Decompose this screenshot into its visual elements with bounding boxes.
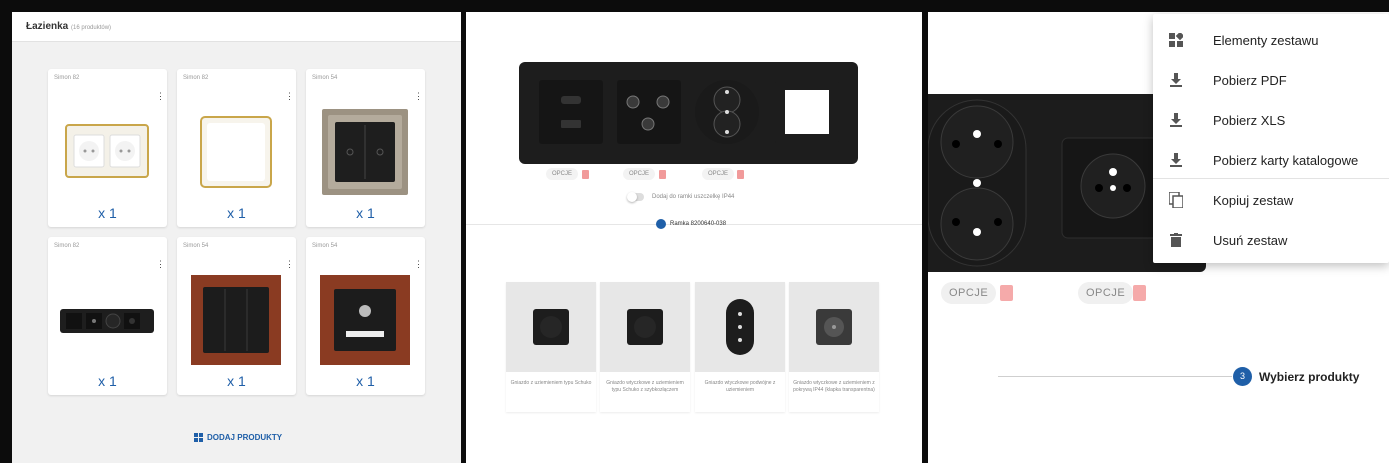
menu-item-label: Elementy zestawu xyxy=(1213,32,1319,48)
frame-configurator-panel: OPCJE OPCJE OPCJE Dodaj do ramki uszczel… xyxy=(466,12,922,463)
delete-icon[interactable] xyxy=(1000,285,1013,301)
more-vert-icon[interactable]: ⋮ xyxy=(414,260,423,269)
delete-icon xyxy=(1169,233,1183,247)
blind-switch-image xyxy=(322,109,408,195)
product-quantity: x 1 xyxy=(227,373,246,389)
product-option-name: Gniazdo wtyczkowe z uziemieniem typu Sch… xyxy=(606,380,684,393)
frame-code-label: Ramka 8200640-038 xyxy=(670,221,727,227)
product-option-card[interactable]: Gniazdo wtyczkowe z uziemieniem z pokryw… xyxy=(789,282,879,412)
tv-sat-module[interactable] xyxy=(617,80,681,144)
options-button[interactable]: OPCJE xyxy=(1078,282,1134,304)
double-socket-icon xyxy=(726,299,754,355)
product-card[interactable]: Simon 54 ⋮ x 1 xyxy=(306,69,425,227)
more-vert-icon[interactable]: ⋮ xyxy=(414,92,423,101)
blank-module[interactable] xyxy=(775,80,839,144)
product-brand: Simon 82 xyxy=(54,243,80,249)
product-brand: Simon 54 xyxy=(312,243,338,249)
product-option-name: Gniazdo wtyczkowe podwójne z uziemieniem xyxy=(704,380,776,393)
frame-preview xyxy=(519,62,858,164)
room-product-count: (16 produktów) xyxy=(71,25,112,31)
led-light-image xyxy=(320,275,410,365)
add-products-button[interactable]: DODAJ PRODUKTY xyxy=(194,433,282,442)
menu-item-label: Pobierz PDF xyxy=(1213,72,1287,88)
menu-divider xyxy=(1153,178,1389,179)
product-quantity: x 1 xyxy=(98,373,117,389)
delete-icon[interactable] xyxy=(1133,285,1146,301)
antenna-socket-icon xyxy=(626,95,670,131)
product-card[interactable]: Simon 82 ⋮ x 1 xyxy=(48,69,167,227)
double-socket-image xyxy=(65,124,149,178)
ip44-socket-icon xyxy=(816,309,852,345)
edit-icon xyxy=(656,219,666,229)
menu-item-label: Pobierz karty katalogowe xyxy=(1213,152,1359,168)
room-title: Łazienka xyxy=(26,21,69,32)
room-product-list-panel: Łazienka (16 produktów) Simon 82 ⋮ x 1 S… xyxy=(12,12,461,463)
download-icon xyxy=(1169,73,1183,87)
menu-item-download-catalog-cards[interactable]: Pobierz karty katalogowe xyxy=(1153,140,1389,180)
more-vert-icon[interactable]: ⋮ xyxy=(285,260,294,269)
room-header: Łazienka (16 produktów) xyxy=(12,12,461,42)
ip44-toggle-label: Dodaj do ramki uszczelkę IP44 xyxy=(652,194,735,200)
product-brand: Simon 54 xyxy=(183,243,209,249)
more-vert-icon[interactable]: ⋮ xyxy=(156,260,165,269)
options-button[interactable]: OPCJE xyxy=(623,168,656,180)
ip44-toggle[interactable] xyxy=(627,192,644,202)
menu-item-label: Pobierz XLS xyxy=(1213,112,1286,128)
multi-frame-image xyxy=(60,309,154,333)
product-card[interactable]: Simon 54 ⋮ x 1 xyxy=(306,237,425,395)
blank-plate-image xyxy=(200,116,272,188)
step-label[interactable]: Wybierz produkty xyxy=(1259,370,1359,384)
menu-item-set-elements[interactable]: Elementy zestawu xyxy=(1153,20,1389,60)
menu-item-download-pdf[interactable]: Pobierz PDF xyxy=(1153,60,1389,100)
widgets-icon xyxy=(1169,33,1183,47)
product-quantity: x 1 xyxy=(98,205,117,221)
product-quantity: x 1 xyxy=(227,205,246,221)
download-icon xyxy=(1169,113,1183,127)
set-actions-menu: Elementy zestawu Pobierz PDF Pobierz XLS… xyxy=(1153,14,1389,263)
product-quantity: x 1 xyxy=(356,373,375,389)
product-brand: Simon 54 xyxy=(312,75,338,81)
menu-item-label: Kopiuj zestaw xyxy=(1213,192,1294,208)
socket-icon xyxy=(713,86,741,138)
product-brand: Simon 82 xyxy=(183,75,209,81)
schuko-socket-icon xyxy=(627,309,663,345)
product-card[interactable]: Simon 54 ⋮ x 1 xyxy=(177,237,296,395)
product-brand: Simon 82 xyxy=(54,75,80,81)
more-vert-icon[interactable]: ⋮ xyxy=(156,92,165,101)
double-socket-module[interactable] xyxy=(695,80,759,144)
set-actions-panel: OPCJE OPCJE 3 Wybierz produkty Elementy … xyxy=(928,12,1389,463)
usb-module[interactable] xyxy=(539,80,603,144)
menu-item-delete-set[interactable]: Usuń zestaw xyxy=(1153,220,1389,260)
product-option-card[interactable]: Gniazdo z uziemieniem typu Schuko xyxy=(506,282,596,412)
options-button[interactable]: OPCJE xyxy=(546,168,579,180)
schuko-socket-icon xyxy=(533,309,569,345)
usb-icon xyxy=(561,96,581,128)
product-option-name: Gniazdo z uziemieniem typu Schuko xyxy=(510,380,592,386)
options-button[interactable]: OPCJE xyxy=(941,282,997,304)
menu-item-download-xls[interactable]: Pobierz XLS xyxy=(1153,100,1389,140)
options-button[interactable]: OPCJE xyxy=(702,168,735,180)
product-card[interactable]: Simon 82 ⋮ x 1 xyxy=(48,237,167,395)
step-number-badge: 3 xyxy=(1233,367,1252,386)
frame-code[interactable]: Ramka 8200640-038 xyxy=(656,219,726,229)
download-icon xyxy=(1169,153,1183,167)
menu-item-copy-set[interactable]: Kopiuj zestaw xyxy=(1153,180,1389,220)
delete-icon[interactable] xyxy=(659,170,666,179)
widgets-icon xyxy=(194,433,203,442)
product-option-card[interactable]: Gniazdo wtyczkowe podwójne z uziemieniem xyxy=(695,282,785,412)
product-quantity: x 1 xyxy=(356,205,375,221)
more-vert-icon[interactable]: ⋮ xyxy=(285,92,294,101)
triple-switch-image xyxy=(191,275,281,365)
delete-icon[interactable] xyxy=(582,170,589,179)
copy-icon xyxy=(1169,192,1183,208)
product-option-card[interactable]: Gniazdo wtyczkowe z uziemieniem typu Sch… xyxy=(600,282,690,412)
menu-item-label: Usuń zestaw xyxy=(1213,232,1288,248)
product-card[interactable]: Simon 82 ⋮ x 1 xyxy=(177,69,296,227)
delete-icon[interactable] xyxy=(737,170,744,179)
stepper-line xyxy=(998,376,1232,377)
add-products-label: DODAJ PRODUKTY xyxy=(207,433,283,442)
product-option-name: Gniazdo wtyczkowe z uziemieniem z pokryw… xyxy=(793,380,875,393)
